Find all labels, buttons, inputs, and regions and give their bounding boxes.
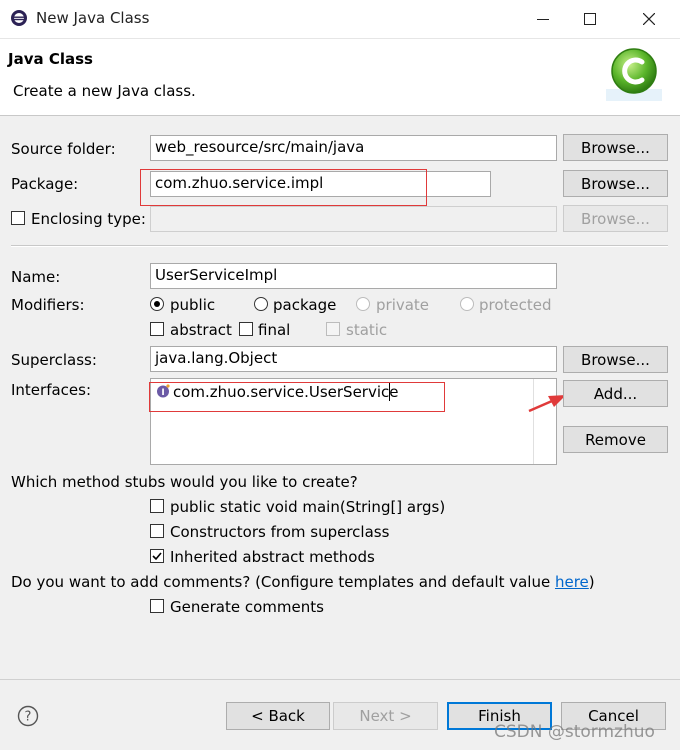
comments-question-end: ) bbox=[588, 573, 595, 591]
modifier-abstract-label: abstract bbox=[170, 321, 232, 339]
wizard-header bbox=[0, 39, 680, 116]
modifier-static-label: static bbox=[346, 321, 388, 339]
checkmark-icon bbox=[152, 552, 162, 561]
stub-main-label: public static void main(String[] args) bbox=[170, 498, 446, 516]
modifier-final-checkbox[interactable] bbox=[239, 322, 253, 336]
modifier-protected-label: protected bbox=[479, 296, 552, 314]
back-button[interactable]: < Back bbox=[226, 702, 330, 730]
comments-question: Do you want to add comments? (Configure … bbox=[11, 573, 595, 591]
modifier-private-radio bbox=[356, 297, 370, 311]
eclipse-logo-icon bbox=[9, 8, 29, 28]
method-stubs-question: Which method stubs would you like to cre… bbox=[11, 473, 358, 491]
modifier-public-label: public bbox=[170, 296, 216, 314]
modifier-package-label: package bbox=[273, 296, 337, 314]
separator bbox=[11, 245, 668, 247]
modifier-static-checkbox bbox=[326, 322, 340, 336]
wizard-title: Java Class bbox=[8, 50, 93, 68]
generate-comments-label: Generate comments bbox=[170, 598, 324, 616]
stub-constructors-label: Constructors from superclass bbox=[170, 523, 390, 541]
help-icon[interactable]: ? bbox=[17, 705, 39, 727]
enclosing-type-label: Enclosing type: bbox=[31, 210, 146, 228]
maximize-icon[interactable] bbox=[567, 0, 613, 38]
enclosing-type-browse-button: Browse... bbox=[563, 205, 668, 232]
superclass-label: Superclass: bbox=[11, 351, 97, 369]
source-folder-label: Source folder: bbox=[11, 140, 116, 158]
modifier-final-label: final bbox=[258, 321, 291, 339]
modifier-public-radio[interactable] bbox=[150, 297, 164, 311]
watermark: CSDN @stormzhuo bbox=[494, 722, 655, 742]
modifier-protected-radio bbox=[460, 297, 474, 311]
stub-inherited-checkbox[interactable] bbox=[150, 549, 164, 563]
stub-constructors-checkbox[interactable] bbox=[150, 524, 164, 538]
comments-question-text: Do you want to add comments? (Configure … bbox=[11, 573, 555, 591]
modifiers-label: Modifiers: bbox=[11, 296, 85, 314]
enclosing-type-checkbox[interactable] bbox=[11, 211, 25, 225]
enclosing-type-field bbox=[150, 206, 557, 232]
source-folder-field[interactable]: web_resource/src/main/java bbox=[150, 135, 557, 161]
interface-highlight-box bbox=[149, 382, 445, 412]
wizard-description: Create a new Java class. bbox=[13, 82, 196, 100]
name-label: Name: bbox=[11, 268, 61, 286]
superclass-browse-button[interactable]: Browse... bbox=[563, 346, 668, 373]
stub-inherited-label: Inherited abstract methods bbox=[170, 548, 375, 566]
source-folder-browse-button[interactable]: Browse... bbox=[563, 134, 668, 161]
superclass-field[interactable]: java.lang.Object bbox=[150, 346, 557, 372]
generate-comments-checkbox[interactable] bbox=[150, 599, 164, 613]
next-button: Next > bbox=[333, 702, 438, 730]
package-highlight-box bbox=[140, 169, 427, 206]
package-label: Package: bbox=[11, 175, 79, 193]
templates-link[interactable]: here bbox=[555, 573, 589, 591]
modifier-abstract-checkbox[interactable] bbox=[150, 322, 164, 336]
window-title: New Java Class bbox=[36, 9, 150, 27]
modifier-private-label: private bbox=[376, 296, 430, 314]
name-field[interactable]: UserServiceImpl bbox=[150, 263, 557, 289]
package-browse-button[interactable]: Browse... bbox=[563, 170, 668, 197]
close-icon[interactable] bbox=[626, 0, 672, 38]
minimize-icon[interactable] bbox=[520, 0, 566, 38]
modifier-package-radio[interactable] bbox=[254, 297, 268, 311]
svg-text:?: ? bbox=[25, 710, 32, 725]
add-interface-button[interactable]: Add... bbox=[563, 380, 668, 407]
new-class-wizard-icon bbox=[604, 45, 664, 103]
interfaces-label: Interfaces: bbox=[11, 381, 92, 399]
remove-interface-button[interactable]: Remove bbox=[563, 426, 668, 453]
stub-main-checkbox[interactable] bbox=[150, 499, 164, 513]
footer-separator bbox=[0, 679, 680, 680]
